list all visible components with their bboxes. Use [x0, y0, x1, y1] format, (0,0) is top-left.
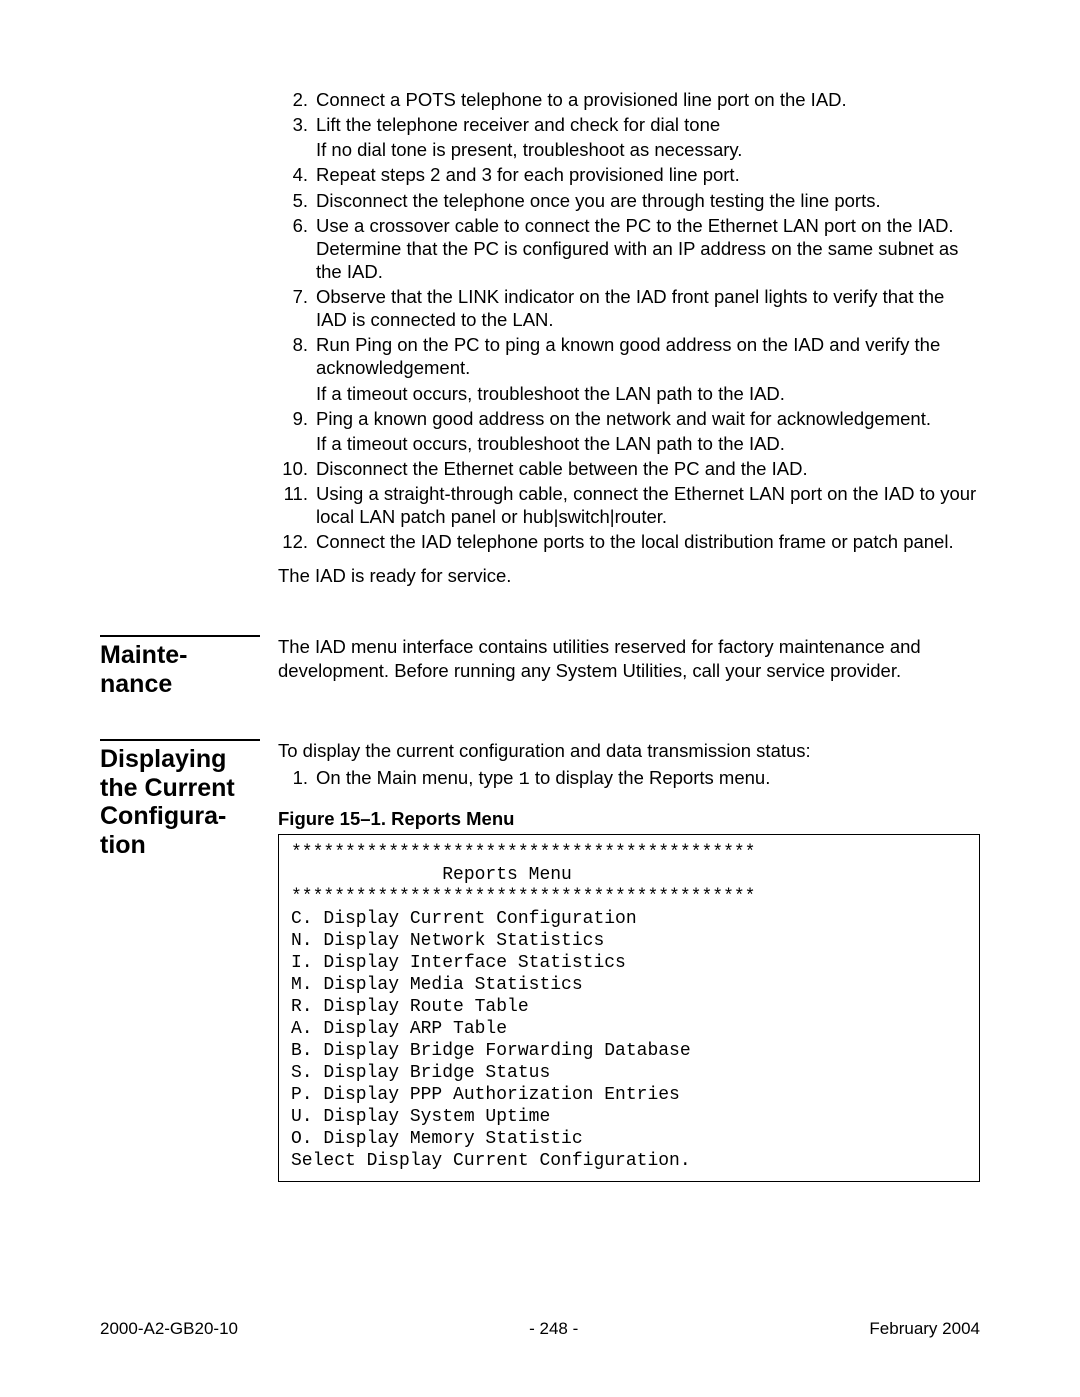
maintenance-body: The IAD menu interface contains utilitie…: [260, 635, 980, 681]
sidehead-maintenance: Mainte- nance: [100, 635, 260, 699]
step-subtext: If a timeout occurs, troubleshoot the LA…: [316, 382, 980, 405]
step-number: 9.: [278, 407, 316, 430]
step-text-pre: On the Main menu, type: [316, 767, 519, 788]
step-number: 5.: [278, 189, 316, 212]
step-text: Ping a known good address on the network…: [316, 407, 980, 430]
step-text-mono: 1: [519, 769, 530, 790]
step-number: 6.: [278, 214, 316, 283]
list-item: 4.Repeat steps 2 and 3 for each provisio…: [278, 163, 980, 186]
step-text: On the Main menu, type 1 to display the …: [316, 766, 980, 791]
figure-box-reports-menu: ****************************************…: [278, 834, 980, 1181]
step-text: Using a straight-through cable, connect …: [316, 482, 980, 528]
step-number: 2.: [278, 88, 316, 111]
step-text: Repeat steps 2 and 3 for each provisione…: [316, 163, 980, 186]
step-text: Disconnect the Ethernet cable between th…: [316, 457, 980, 480]
step-number: 7.: [278, 285, 316, 331]
sidehead-displaying: Displaying the Current Configura- tion: [100, 739, 260, 860]
list-item: 7.Observe that the LINK indicator on the…: [278, 285, 980, 331]
step-number: 1.: [278, 766, 316, 791]
list-item: 2.Connect a POTS telephone to a provisio…: [278, 88, 980, 111]
list-item: 6.Use a crossover cable to connect the P…: [278, 214, 980, 283]
list-item: 10.Disconnect the Ethernet cable between…: [278, 457, 980, 480]
list-item: 3.Lift the telephone receiver and check …: [278, 113, 980, 136]
step-text: Connect a POTS telephone to a provisione…: [316, 88, 980, 111]
displaying-step-1: 1. On the Main menu, type 1 to display t…: [278, 766, 980, 791]
step-number: 4.: [278, 163, 316, 186]
list-item: 11.Using a straight-through cable, conne…: [278, 482, 980, 528]
step-text: Run Ping on the PC to ping a known good …: [316, 333, 980, 379]
list-item: 12.Connect the IAD telephone ports to th…: [278, 530, 980, 553]
list-item: 9.Ping a known good address on the netwo…: [278, 407, 980, 430]
footer-center: - 248 -: [529, 1319, 578, 1339]
list-item: 8.Run Ping on the PC to ping a known goo…: [278, 333, 980, 379]
procedure-list: 2.Connect a POTS telephone to a provisio…: [278, 88, 980, 555]
figure-caption: Figure 15–1. Reports Menu: [278, 807, 980, 830]
displaying-body: To display the current configuration and…: [260, 739, 980, 1182]
step-text: Disconnect the telephone once you are th…: [316, 189, 980, 212]
step-number: 10.: [278, 457, 316, 480]
page-footer: 2000-A2-GB20-10 - 248 - February 2004: [100, 1319, 980, 1339]
step-text-post: to display the Reports menu.: [530, 767, 771, 788]
list-item: 5.Disconnect the telephone once you are …: [278, 189, 980, 212]
step-number: 3.: [278, 113, 316, 136]
step-text: Connect the IAD telephone ports to the l…: [316, 530, 980, 553]
step-number: 8.: [278, 333, 316, 379]
step-number: 12.: [278, 530, 316, 553]
step-text: Use a crossover cable to connect the PC …: [316, 214, 980, 283]
step-subtext: If no dial tone is present, troubleshoot…: [316, 138, 980, 161]
footer-right: February 2004: [869, 1319, 980, 1339]
section-displaying: Displaying the Current Configura- tion T…: [100, 739, 980, 1182]
footer-left: 2000-A2-GB20-10: [100, 1319, 238, 1339]
page: 2.Connect a POTS telephone to a provisio…: [0, 0, 1080, 1397]
page-content: 2.Connect a POTS telephone to a provisio…: [100, 88, 980, 1182]
displaying-intro: To display the current configuration and…: [278, 739, 980, 762]
closing-text: The IAD is ready for service.: [278, 565, 980, 587]
step-number: 11.: [278, 482, 316, 528]
step-text: Observe that the LINK indicator on the I…: [316, 285, 980, 331]
step-text: Lift the telephone receiver and check fo…: [316, 113, 980, 136]
section-maintenance: Mainte- nance The IAD menu interface con…: [100, 635, 980, 699]
step-subtext: If a timeout occurs, troubleshoot the LA…: [316, 432, 980, 455]
